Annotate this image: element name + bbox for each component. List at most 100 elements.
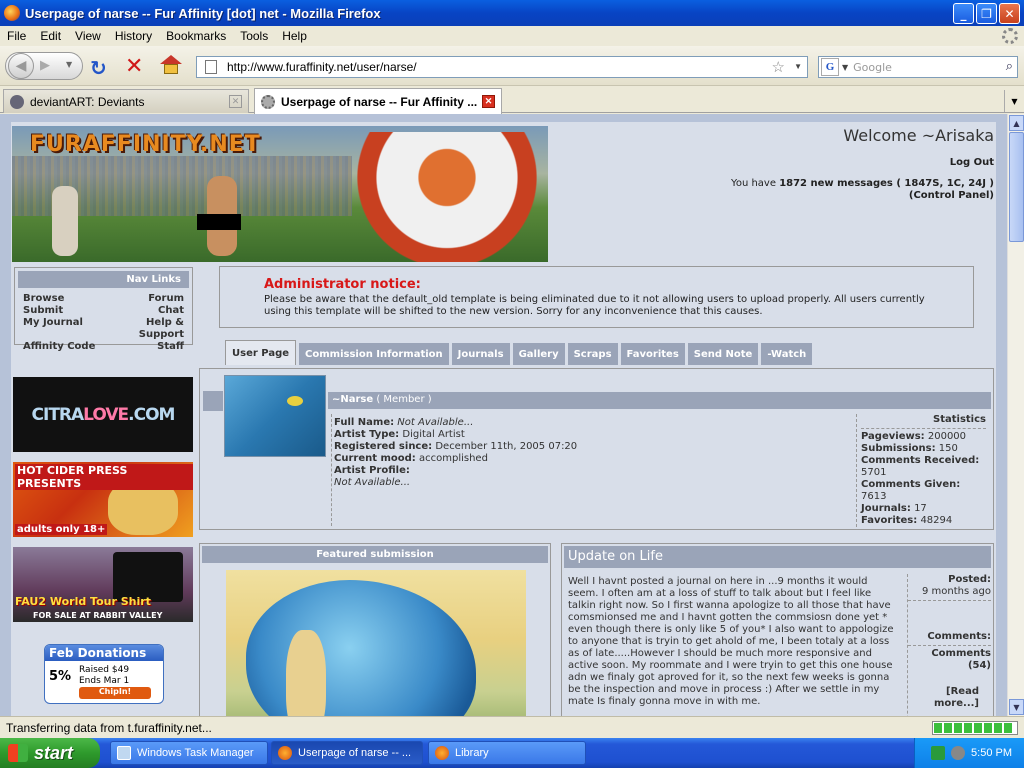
nav-affinity-code[interactable]: Affinity Code	[23, 341, 104, 353]
menu-view[interactable]: View	[68, 29, 108, 43]
url-dropdown-icon[interactable]: ▼	[794, 62, 802, 71]
nav-submit[interactable]: Submit	[23, 305, 104, 317]
site-logo[interactable]: FURAFFINITY.NET	[30, 132, 261, 157]
ad-world-tour-shirt[interactable]: FAU2 World Tour Shirt FOR SALE AT RABBIT…	[13, 547, 193, 622]
volume-icon[interactable]	[951, 746, 966, 760]
avatar[interactable]	[224, 375, 326, 457]
scrollbar-thumb[interactable]	[1009, 132, 1024, 242]
featured-image[interactable]	[226, 570, 526, 716]
tab-list-dropdown-icon[interactable]: ▼	[1004, 90, 1024, 112]
url-bar[interactable]: http://www.furaffinity.net/user/narse/ ☆…	[196, 56, 808, 78]
nav-browse[interactable]: Browse	[23, 293, 104, 305]
menu-edit[interactable]: Edit	[33, 29, 68, 43]
info-label: Registered since:	[334, 441, 433, 452]
windows-taskbar: start Windows Task Manager Userpage of n…	[0, 738, 1024, 768]
taskbar-library[interactable]: Library	[428, 741, 586, 765]
menu-bookmarks[interactable]: Bookmarks	[159, 29, 233, 43]
logout-link[interactable]: Log Out	[950, 157, 994, 168]
search-icon[interactable]: ⌕	[1006, 59, 1013, 74]
read-more-text[interactable]: [Read more...]	[934, 686, 979, 709]
taskbar-firefox[interactable]: Userpage of narse -- ...	[271, 741, 423, 765]
nav-my-journal[interactable]: My Journal	[23, 317, 104, 341]
start-button[interactable]: start	[0, 738, 100, 768]
search-bar[interactable]: G ▼ Google ⌕	[818, 56, 1018, 78]
taskbar-task-manager[interactable]: Windows Task Manager	[110, 741, 268, 765]
back-button[interactable]: ◀	[8, 53, 34, 79]
nav-chat[interactable]: Chat	[104, 305, 184, 317]
stat-row: Submissions: 150	[861, 443, 986, 455]
control-panel-link[interactable]: (Control Panel)	[909, 190, 994, 201]
chipin-button[interactable]: ChipIn!	[79, 687, 151, 699]
site-banner[interactable]: FURAFFINITY.NET	[12, 126, 548, 262]
info-row: Full Name: Not Available...	[334, 417, 577, 429]
posted-label: Posted:	[908, 574, 991, 586]
messages-detail[interactable]: ( 1847S, 1C, 24J )	[893, 178, 994, 189]
home-button[interactable]	[160, 55, 182, 75]
info-value: Not Available...	[394, 417, 474, 428]
tab-commission-information[interactable]: Commission Information	[299, 343, 449, 365]
stat-value: 5701	[861, 467, 887, 478]
stat-label: Journals:	[861, 503, 911, 514]
menu-history[interactable]: History	[108, 29, 159, 43]
featured-title: Featured submission	[202, 546, 548, 563]
messages-link[interactable]: 1872 new messages	[779, 178, 893, 189]
ad-citralove[interactable]: CITRA LOVE .COM	[13, 377, 193, 452]
firefox-icon	[278, 746, 292, 760]
url-text[interactable]: http://www.furaffinity.net/user/narse/	[227, 60, 417, 74]
minimize-button[interactable]: _	[953, 3, 974, 24]
search-engine-icon[interactable]: G	[821, 58, 839, 76]
menu-file[interactable]: File	[0, 29, 33, 43]
tab-journals[interactable]: Journals	[451, 343, 510, 365]
history-dropdown-icon[interactable]: ▼	[66, 60, 72, 69]
profile-username[interactable]: ~Narse	[332, 394, 373, 405]
tab-scraps[interactable]: Scraps	[567, 343, 618, 365]
comments-link[interactable]: Comments (54)	[908, 645, 991, 672]
tray-app-icon[interactable]	[931, 746, 946, 760]
stat-value: 150	[935, 443, 958, 454]
nav-links-box: Nav Links Browse Forum Submit Chat My Jo…	[14, 267, 193, 352]
ad-subtitle: FOR SALE AT RABBIT VALLEY	[33, 611, 163, 620]
ad-title: FAU2 World Tour Shirt	[15, 595, 151, 608]
journal-title[interactable]: Update on Life	[564, 546, 991, 568]
stop-button[interactable]: ✕	[125, 54, 143, 79]
tab-user-page[interactable]: User Page	[225, 340, 297, 365]
reload-button[interactable]: ↻	[90, 56, 107, 80]
nav-help-support[interactable]: Help & Support	[104, 317, 184, 341]
scroll-down-icon[interactable]: ▼	[1009, 699, 1024, 715]
stat-row: Pageviews: 200000	[861, 431, 986, 443]
tab-send-note[interactable]: Send Note	[687, 343, 759, 365]
search-engine-dropdown-icon[interactable]: ▼	[842, 63, 848, 72]
close-tab-icon[interactable]: ✕	[229, 95, 242, 108]
forward-button[interactable]: ▶	[40, 58, 50, 73]
nav-forum[interactable]: Forum	[104, 293, 184, 305]
tab-furaffinity[interactable]: Userpage of narse -- Fur Affinity ... ✕	[254, 88, 502, 114]
menu-tools[interactable]: Tools	[233, 29, 275, 43]
scroll-up-icon[interactable]: ▲	[1009, 115, 1024, 131]
info-row: Current mood: accomplished	[334, 453, 577, 465]
stat-row: Comments Given: 7613	[861, 479, 986, 503]
menu-help[interactable]: Help	[275, 29, 314, 43]
close-tab-icon[interactable]: ✕	[482, 95, 495, 108]
donations-title: Feb Donations	[45, 645, 163, 661]
search-input[interactable]: Google	[853, 61, 892, 74]
ad-hot-cider-press[interactable]: HOT CIDER PRESS PRESENTS adults only 18+	[13, 462, 193, 537]
tab-favorites[interactable]: Favorites	[620, 343, 685, 365]
comments-link-text[interactable]: Comments (54)	[931, 648, 991, 671]
tab-gallery[interactable]: Gallery	[512, 343, 565, 365]
loading-throbber-icon	[1002, 28, 1018, 44]
info-value: accomplished	[415, 453, 488, 464]
page-scrollbar[interactable]: ▲ ▼	[1007, 114, 1024, 716]
donations-widget[interactable]: Feb Donations 5% Raised $49 Ends Mar 1 Ch…	[44, 644, 164, 704]
profile-info: Full Name: Not Available... Artist Type:…	[334, 417, 577, 489]
taskbar-label: Windows Task Manager	[137, 747, 254, 759]
nav-staff[interactable]: Staff	[104, 341, 184, 353]
close-window-button[interactable]: ✕	[999, 3, 1020, 24]
tab-deviantart[interactable]: deviantART: Deviants ✕	[3, 89, 249, 113]
read-more-link[interactable]: [Read more...]	[908, 686, 991, 710]
bookmark-star-icon[interactable]: ☆	[772, 58, 785, 76]
info-row: Artist Profile:	[334, 465, 577, 477]
tab-watch[interactable]: -Watch	[761, 343, 813, 365]
maximize-button[interactable]: ❐	[976, 3, 997, 24]
clock[interactable]: 5:50 PM	[971, 747, 1012, 759]
welcome-text: Welcome ~Arisaka	[843, 126, 994, 145]
